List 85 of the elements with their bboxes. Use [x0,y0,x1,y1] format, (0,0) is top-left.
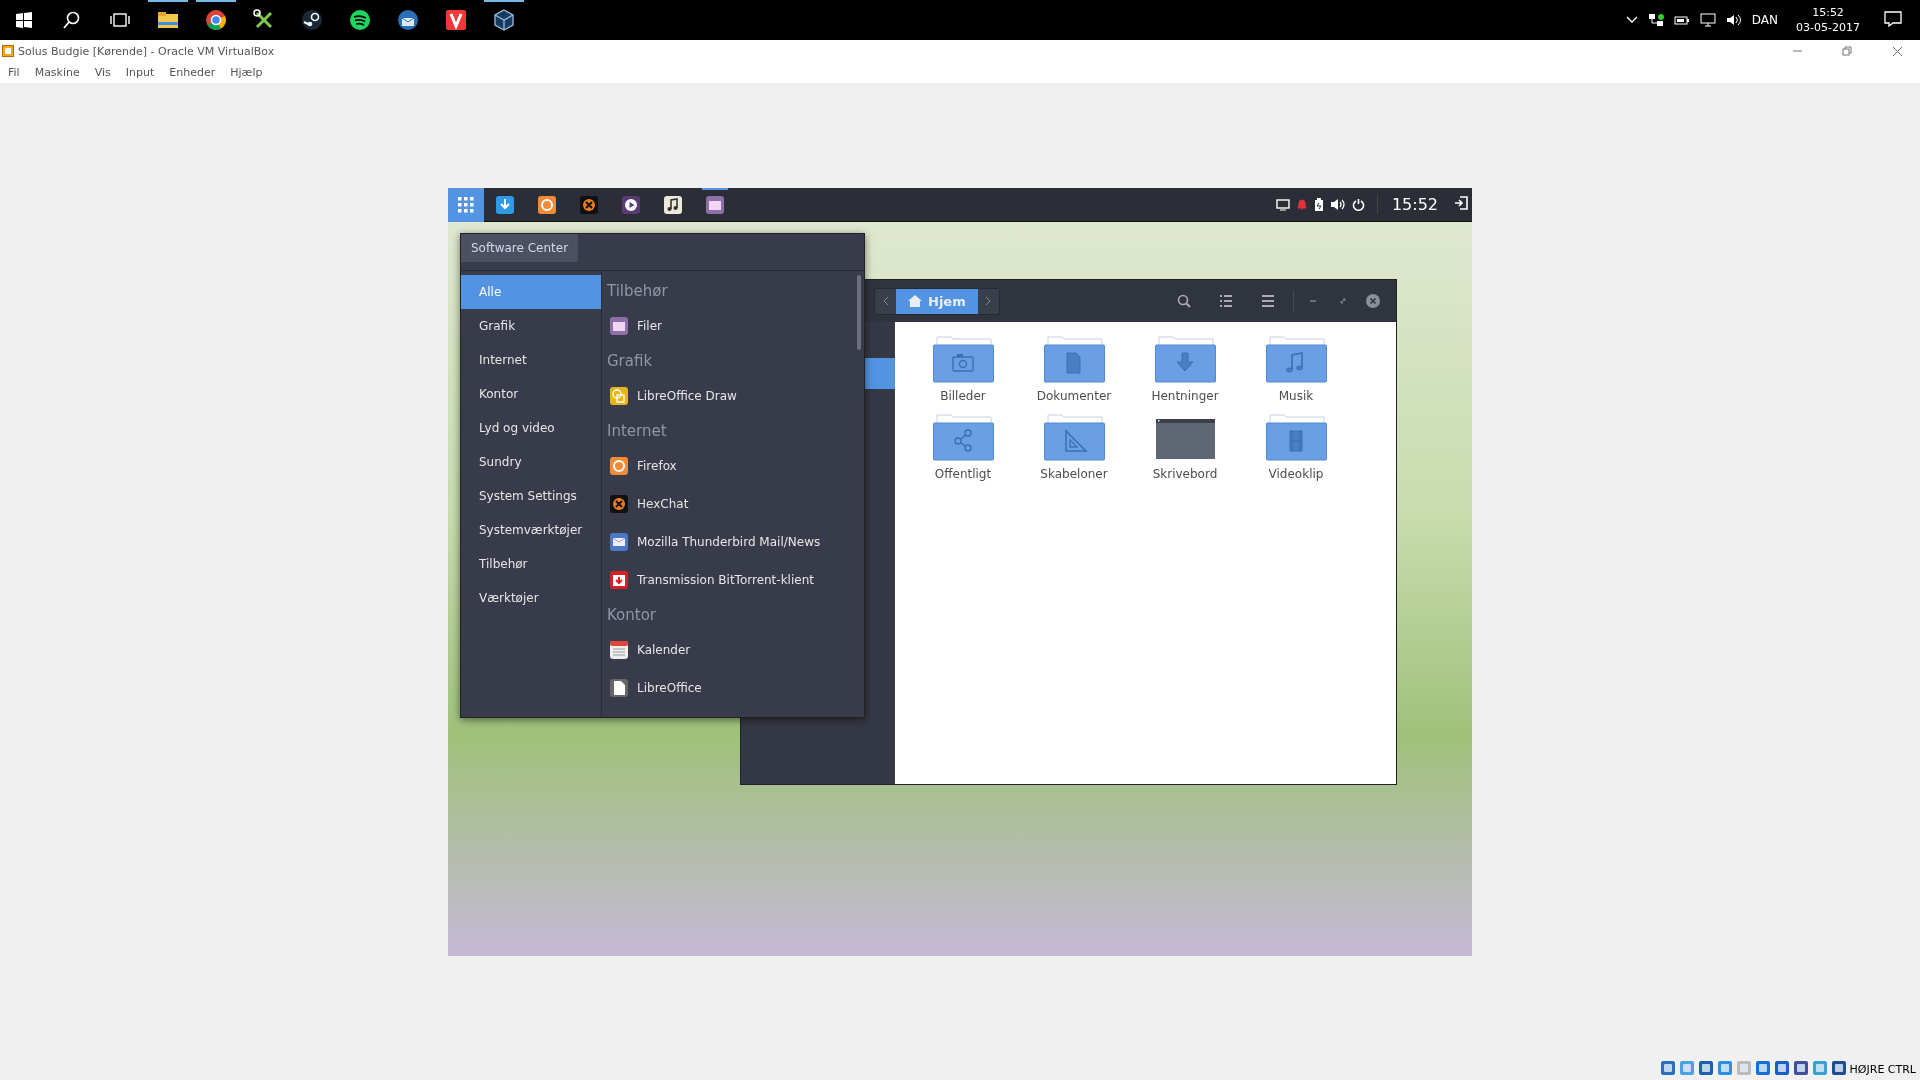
notification-icon[interactable] [1884,10,1902,27]
chat-icon[interactable] [579,194,599,215]
monitor-icon[interactable] [1699,13,1716,27]
windows-logo-icon [16,12,32,28]
calendar-icon [609,640,629,660]
power-icon[interactable] [1351,198,1365,211]
close-icon[interactable] [1891,45,1903,57]
speaker-icon[interactable] [1725,13,1742,27]
forward-button[interactable] [977,288,999,314]
tooltip: Software Center [461,234,579,262]
folder-item[interactable]: Musik [1250,334,1342,404]
fox-globe-icon[interactable] [537,194,557,215]
category-item[interactable]: Tilbehør [461,547,601,581]
keyboard-language[interactable]: DAN [1751,13,1779,27]
app-item[interactable]: HexChat [607,485,848,523]
chevron-left-icon [882,296,889,306]
menu-item[interactable]: Hjælp [230,66,263,79]
draw-shapes-icon [609,386,629,406]
chevron-up-icon[interactable] [1625,16,1638,24]
download-box-icon [609,570,629,590]
app-item[interactable]: Filer [607,307,848,345]
window-title: Solus Budgie [Kørende] - Oracle VM VirtualBox [18,44,275,58]
search-icon[interactable] [63,11,81,29]
section-heading: Grafik [607,351,654,372]
task-view-icon[interactable] [110,12,130,28]
category-item[interactable]: Grafik [461,309,601,343]
category-item[interactable]: Internet [461,343,601,377]
restore-icon[interactable] [1841,45,1853,57]
chat-icon [609,494,629,514]
chevron-right-icon [985,296,992,306]
category-item[interactable]: Værktøjer [461,581,601,615]
folder-item[interactable]: Billeder [917,334,1009,404]
section-heading: Kontor [607,605,657,626]
bird-mail-icon[interactable] [397,9,419,31]
folder-item[interactable]: Skrivebord [1139,412,1231,482]
taskbar-time[interactable]: 15:52 [1812,5,1844,20]
play-icon[interactable] [621,194,641,215]
folder-item[interactable]: Skabeloner [1028,412,1120,482]
category-item[interactable]: Sundry [461,445,601,479]
v-logo-icon[interactable] [445,9,467,31]
grid-icon [458,196,474,213]
logout-icon[interactable] [1454,196,1468,210]
volume-icon[interactable] [1329,198,1346,211]
app-item[interactable]: Transmission BitTorrent-klient [607,561,848,599]
category-item[interactable]: Systemværktøjer [461,513,601,547]
menu-item[interactable]: Maskine [34,66,80,79]
steam-icon[interactable] [301,9,323,31]
menu-item[interactable]: Input [125,66,155,79]
spotify-icon[interactable] [349,9,371,31]
folder-item[interactable]: Offentligt [917,412,1009,482]
folder-item[interactable]: Videoklip [1250,412,1342,482]
menu-icon[interactable] [1261,294,1275,308]
scissors-icon[interactable] [253,9,275,31]
category-item[interactable]: Lyd og video [461,411,601,445]
menu-item[interactable]: Fil [8,66,20,79]
app-item[interactable]: Kalender [607,631,848,669]
panel-clock: 15:52 [1376,195,1448,214]
section-heading: Internet [607,421,668,442]
menu-item[interactable]: Vis [94,66,111,79]
cube-icon[interactable] [493,9,515,31]
app-item[interactable]: LibreOffice Draw [607,377,848,415]
battery-icon[interactable] [1313,197,1324,212]
browser-icon[interactable] [205,9,227,31]
battery-icon[interactable] [1673,14,1690,26]
scrollbar-thumb[interactable] [857,275,861,350]
music-note-icon[interactable] [663,194,683,215]
bell-icon[interactable] [1295,198,1308,211]
envelope-icon [609,532,629,552]
folder-item[interactable]: Hentninger [1139,334,1231,404]
category-item[interactable]: System Settings [461,479,601,513]
app-menu-button[interactable] [448,187,484,222]
section-heading: Tilbehør [607,281,669,302]
list-view-icon[interactable] [1219,294,1233,308]
close-icon[interactable] [1366,294,1380,308]
taskbar-date[interactable]: 03-05-2017 [1796,20,1860,35]
app-item[interactable]: Firefox [607,447,848,485]
app-item[interactable]: LibreOffice [607,669,848,707]
menu-item[interactable]: Enheder [169,66,216,79]
app-item[interactable]: Mozilla Thunderbird Mail/News [607,523,848,561]
document-icon [609,678,629,698]
folder-item[interactable]: Dokumenter [1028,334,1120,404]
home-icon [908,295,922,307]
fox-globe-icon [609,456,629,476]
host-key-label: HØJRE CTRL [1849,1062,1916,1076]
category-item[interactable]: Kontor [461,377,601,411]
